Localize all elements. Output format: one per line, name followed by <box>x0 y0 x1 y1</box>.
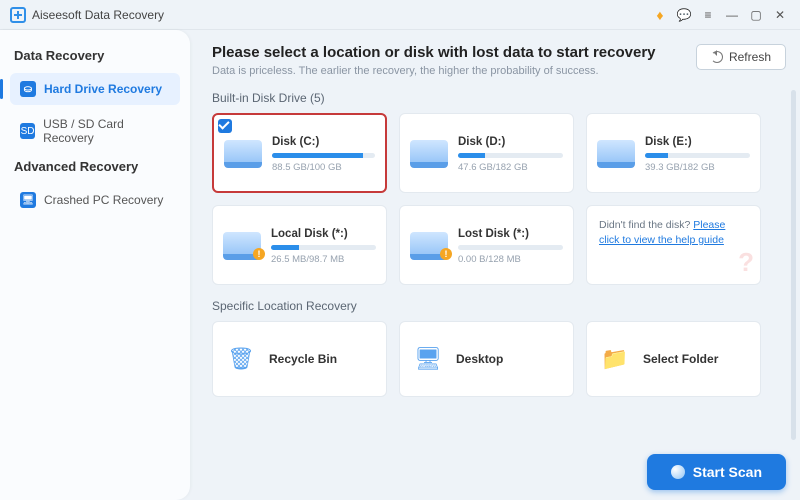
drive-icon <box>223 232 261 260</box>
question-icon: ? <box>738 244 754 280</box>
sidebar-item-hard-drive[interactable]: ⛀ Hard Drive Recovery <box>10 73 180 105</box>
sidebar-item-usb-sd[interactable]: SD USB / SD Card Recovery <box>10 109 180 153</box>
premium-icon[interactable]: ♦ <box>650 5 670 25</box>
scrollbar[interactable] <box>791 90 796 440</box>
drive-icon <box>597 140 635 168</box>
drive-icon <box>410 232 448 260</box>
location-card-desktop[interactable]: 🖥 Desktop <box>399 321 574 397</box>
app-logo-icon <box>10 7 26 23</box>
main-panel: Please select a location or disk with lo… <box>190 30 800 500</box>
drive-card[interactable]: Disk (D:) 47.6 GB/182 GB <box>399 113 574 193</box>
drive-name: Disk (E:) <box>645 136 750 148</box>
specific-section-label: Specific Location Recovery <box>212 299 786 313</box>
sidebar-item-icon: 🖥 <box>20 192 36 208</box>
usage-bar <box>458 245 563 250</box>
scan-orb-icon <box>671 465 685 479</box>
start-scan-button[interactable]: Start Scan <box>647 454 786 490</box>
help-lead: Didn't find the disk? <box>599 219 693 231</box>
usage-bar <box>645 153 750 158</box>
usage-bar <box>458 153 563 158</box>
sidebar-heading: Advanced Recovery <box>14 159 176 174</box>
help-card: Didn't find the disk? Please click to vi… <box>586 205 761 285</box>
drive-card[interactable]: Lost Disk (*:) 0.00 B/128 MB <box>399 205 574 285</box>
refresh-button[interactable]: Refresh <box>696 44 786 70</box>
feedback-icon[interactable]: 💬 <box>674 5 694 25</box>
sidebar-item-label: USB / SD Card Recovery <box>43 117 170 145</box>
drive-card[interactable]: Disk (C:) 88.5 GB/100 GB <box>212 113 387 193</box>
desktop-icon: 🖥 <box>412 343 444 375</box>
drive-icon <box>224 140 262 168</box>
sidebar-heading: Data Recovery <box>14 48 176 63</box>
maximize-button[interactable]: ▢ <box>746 5 766 25</box>
page-title: Please select a location or disk with lo… <box>212 44 696 61</box>
drive-usage: 39.3 GB/182 GB <box>645 162 750 173</box>
drive-name: Local Disk (*:) <box>271 228 376 240</box>
app-window: Aiseesoft Data Recovery ♦ 💬 ≡ — ▢ ✕ Data… <box>0 0 800 500</box>
main-header: Please select a location or disk with lo… <box>212 44 786 77</box>
recycle-icon: 🗑 <box>225 343 257 375</box>
usage-bar <box>271 245 376 250</box>
locations-grid: 🗑 Recycle Bin 🖥 Desktop 📁 Select Folder <box>212 321 786 397</box>
sidebar: Data Recovery ⛀ Hard Drive Recovery SD USB /… <box>0 30 190 500</box>
close-button[interactable]: ✕ <box>770 5 790 25</box>
refresh-icon <box>711 51 723 63</box>
titlebar: Aiseesoft Data Recovery ♦ 💬 ≡ — ▢ ✕ <box>0 0 800 30</box>
start-scan-label: Start Scan <box>693 464 762 480</box>
location-card-recycle[interactable]: 🗑 Recycle Bin <box>212 321 387 397</box>
usage-bar <box>272 153 375 158</box>
drive-usage: 47.6 GB/182 GB <box>458 162 563 173</box>
location-label: Desktop <box>456 352 503 366</box>
minimize-button[interactable]: — <box>722 5 742 25</box>
drive-name: Disk (D:) <box>458 136 563 148</box>
folder-icon: 📁 <box>599 343 631 375</box>
menu-icon[interactable]: ≡ <box>698 5 718 25</box>
drive-card[interactable]: Local Disk (*:) 26.5 MB/98.7 MB <box>212 205 387 285</box>
sidebar-item-label: Crashed PC Recovery <box>44 193 163 207</box>
body: Data Recovery ⛀ Hard Drive Recovery SD USB /… <box>0 30 800 500</box>
drive-usage: 88.5 GB/100 GB <box>272 162 375 173</box>
app-title: Aiseesoft Data Recovery <box>32 8 164 22</box>
drive-usage: 0.00 B/128 MB <box>458 254 563 265</box>
builtin-section-label: Built-in Disk Drive (5) <box>212 91 786 105</box>
refresh-label: Refresh <box>729 50 771 64</box>
drive-usage: 26.5 MB/98.7 MB <box>271 254 376 265</box>
location-label: Select Folder <box>643 352 718 366</box>
drive-name: Disk (C:) <box>272 136 375 148</box>
drive-name: Lost Disk (*:) <box>458 228 563 240</box>
page-subtitle: Data is priceless. The earlier the recov… <box>212 65 696 77</box>
location-card-folder[interactable]: 📁 Select Folder <box>586 321 761 397</box>
drives-grid: Disk (C:) 88.5 GB/100 GB Disk (D:) 47.6 GB/… <box>212 113 786 285</box>
sidebar-item-icon: ⛀ <box>20 81 36 97</box>
selected-check-icon <box>218 119 232 133</box>
sidebar-item-icon: SD <box>20 123 35 139</box>
sidebar-item-crashed-pc[interactable]: 🖥 Crashed PC Recovery <box>10 184 180 216</box>
drive-card[interactable]: Disk (E:) 39.3 GB/182 GB <box>586 113 761 193</box>
location-label: Recycle Bin <box>269 352 337 366</box>
drive-icon <box>410 140 448 168</box>
sidebar-item-label: Hard Drive Recovery <box>44 82 162 96</box>
